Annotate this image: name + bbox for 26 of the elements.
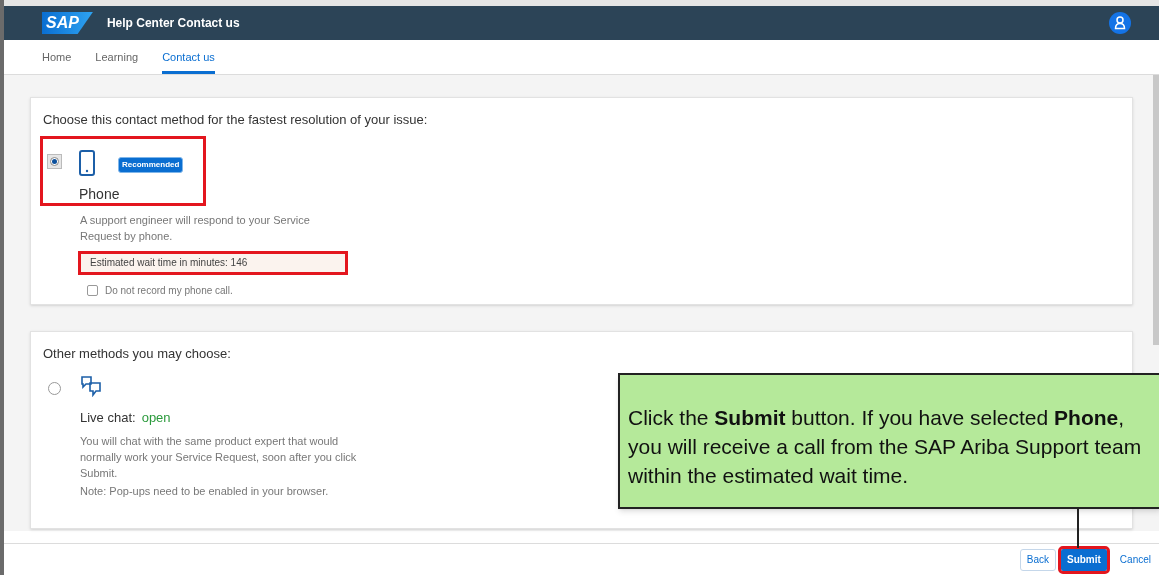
note-text: Note: Pop-ups need to be enabled in your browser. <box>80 484 330 499</box>
radio-button[interactable] <box>48 381 61 395</box>
cancel-link[interactable]: Cancel <box>1115 548 1155 571</box>
app-title: Help Center Contact us <box>106 15 240 32</box>
back-button[interactable]: Back <box>1019 548 1056 571</box>
section-heading: Choose this contact method for the fastest resolution of your issue: <box>43 111 429 129</box>
user-avatar-icon[interactable] <box>1109 12 1131 34</box>
option-label: Phone <box>79 184 120 204</box>
nav-tab[interactable]: Home <box>42 40 72 74</box>
section-heading: Other methods you may choose: <box>43 345 232 363</box>
submit-button[interactable]: Submit <box>1060 548 1107 571</box>
option-description: A support engineer will respond to your Service Request by phone. <box>80 212 311 244</box>
option-label: Live chat: <box>80 408 136 427</box>
callout-box: Click the Submit button. If you have selected Phone, you will receive a call from the SAP Ariba Support team within the estimated wait time. <box>618 373 1159 509</box>
phone-icon <box>79 149 95 176</box>
checkbox-label: Do not record my phone call. <box>105 283 233 298</box>
leader-line <box>1077 509 1079 548</box>
option-description: You will chat with the same product expert that would normally work your Service Request, soon after you click Submit. <box>80 434 358 481</box>
chat-bubbles-icon <box>80 374 104 397</box>
checkbox[interactable] <box>87 284 98 296</box>
recommended-badge: Recommended <box>118 156 184 173</box>
status-text: open <box>141 408 171 427</box>
wait-time-text: Estimated wait time in minutes: 146 <box>90 256 248 270</box>
nav-tab[interactable]: Learning <box>95 40 139 74</box>
sap-logo[interactable]: SAP <box>42 12 93 34</box>
radio-button[interactable] <box>47 153 62 169</box>
